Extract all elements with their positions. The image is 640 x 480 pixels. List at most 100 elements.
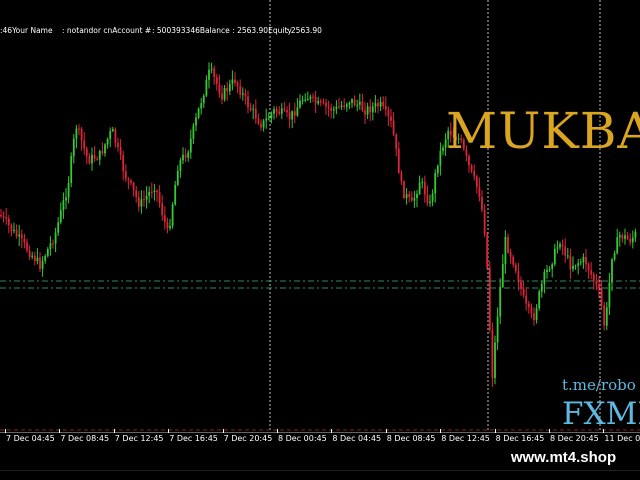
candle-body (143, 199, 145, 201)
chart-window[interactable]: :46Your Name : notandor cnAccount # : 50… (0, 0, 640, 432)
candle-body (176, 171, 179, 185)
candle-body (366, 106, 369, 115)
candle-body (626, 235, 629, 239)
candle-body (241, 93, 244, 95)
candle-body (390, 116, 392, 121)
account-number-label: : notandor cnAccount # (62, 26, 152, 35)
candle-body (231, 79, 234, 84)
candle-body (0, 215, 2, 217)
candle-body (569, 255, 572, 270)
candle-body (5, 216, 8, 219)
candle-body (78, 128, 80, 130)
candle-body (7, 218, 10, 226)
candle-body (421, 181, 424, 183)
divider (0, 470, 640, 471)
candle-body (525, 295, 528, 304)
candle-body (322, 102, 325, 104)
candle-body (624, 235, 626, 239)
candle-body (512, 256, 515, 265)
candle-body (2, 216, 5, 218)
time-tick-label: 8 Dec 16:45 (495, 434, 545, 443)
candle-body (33, 255, 36, 262)
candle-body (166, 222, 169, 229)
candle-body (301, 100, 304, 101)
candle-body (195, 117, 197, 126)
candle-body (431, 193, 434, 202)
candle-body (418, 182, 421, 194)
candle-body (361, 101, 364, 111)
candle-body (434, 173, 437, 194)
candle-body (491, 330, 494, 379)
candle-body (598, 284, 600, 289)
time-tick-label: 7 Dec 04:45 (6, 434, 55, 443)
candle-body (574, 265, 577, 267)
candle-body (475, 176, 478, 188)
candle-body (325, 102, 327, 107)
candle-body (416, 193, 418, 199)
candle-body (72, 138, 75, 157)
candle-body (504, 237, 507, 265)
candle-body (96, 158, 99, 160)
candle-body (387, 109, 390, 117)
candle-body (395, 134, 398, 149)
candle-body (309, 96, 312, 99)
candle-body (62, 200, 65, 211)
brand-telegram-link[interactable]: t.me/robo (562, 376, 636, 394)
candle-body (533, 313, 535, 320)
candle-body (384, 106, 387, 110)
candle-body (88, 156, 91, 164)
candle-body (26, 242, 28, 251)
candle-body (374, 103, 377, 107)
candle-body (104, 144, 106, 154)
candle-body (150, 191, 153, 193)
candle-body (556, 247, 559, 249)
candle-body (18, 234, 21, 237)
account-name-label: :46Your Name (0, 26, 53, 35)
candle-body (122, 154, 125, 172)
candle-body (335, 106, 338, 110)
candle-body (260, 123, 262, 128)
candle-body (44, 256, 47, 261)
candle-body (616, 237, 619, 254)
candle-body (327, 106, 330, 108)
account-equity-label: : 2563.90 (286, 26, 322, 35)
candle-body (579, 262, 582, 264)
candle-body (93, 154, 96, 159)
candle-body (59, 210, 62, 223)
candle-body (540, 283, 543, 292)
candle-body (439, 150, 442, 166)
candle-body (267, 118, 270, 120)
candle-body (317, 101, 320, 104)
time-tick-label: 7 Dec 12:45 (114, 434, 164, 443)
time-tick-label: 7 Dec 20:45 (223, 434, 273, 443)
candle-body (171, 204, 174, 226)
candle-body (426, 194, 429, 204)
time-tick-mark (603, 429, 605, 433)
price-chart[interactable] (0, 0, 640, 432)
candle-body (442, 147, 444, 151)
candle-body (403, 181, 405, 198)
candle-body (163, 215, 166, 223)
candle-body (509, 252, 512, 257)
candle-body (572, 265, 574, 270)
candle-body (208, 69, 210, 80)
candle-body (13, 229, 15, 231)
candle-body (169, 225, 171, 229)
candle-body (590, 270, 593, 275)
candle-body (223, 87, 226, 100)
candle-body (273, 109, 275, 114)
candle-body (236, 82, 239, 86)
candle-body (356, 104, 359, 106)
candle-body (226, 87, 229, 92)
candle-body (611, 259, 613, 283)
candle-body (423, 181, 426, 195)
candle-body (140, 199, 143, 207)
candle-body (488, 267, 491, 330)
candle-body (535, 308, 538, 320)
time-tick-label: 8 Dec 08:45 (386, 434, 436, 443)
candle-body (218, 84, 221, 94)
candle-body (119, 146, 122, 155)
candle-body (631, 237, 634, 243)
candle-body (559, 244, 561, 248)
candle-body (527, 303, 530, 308)
